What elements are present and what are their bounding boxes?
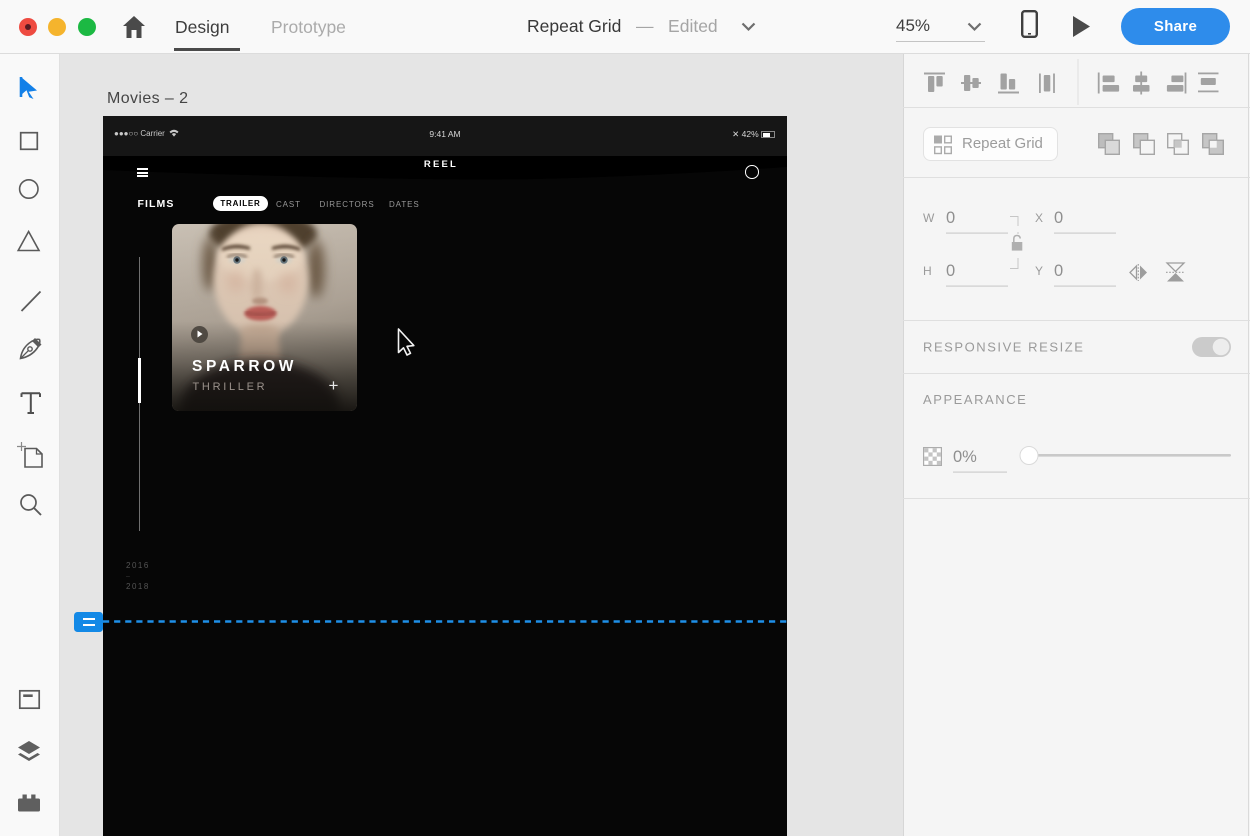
svg-text:X: X <box>1035 211 1043 225</box>
svg-text:0%: 0% <box>953 448 977 466</box>
svg-text:0: 0 <box>1054 209 1063 227</box>
svg-text:H: H <box>923 264 932 278</box>
svg-text:0: 0 <box>946 262 955 280</box>
svg-text:Y: Y <box>1035 264 1043 278</box>
svg-text:RESPONSIVE RESIZE: RESPONSIVE RESIZE <box>923 340 1084 355</box>
svg-text:0: 0 <box>946 209 955 227</box>
svg-text:Repeat Grid: Repeat Grid <box>962 135 1043 152</box>
svg-text:APPEARANCE: APPEARANCE <box>923 392 1027 407</box>
svg-text:W: W <box>923 211 935 225</box>
svg-text:0: 0 <box>1054 262 1063 280</box>
